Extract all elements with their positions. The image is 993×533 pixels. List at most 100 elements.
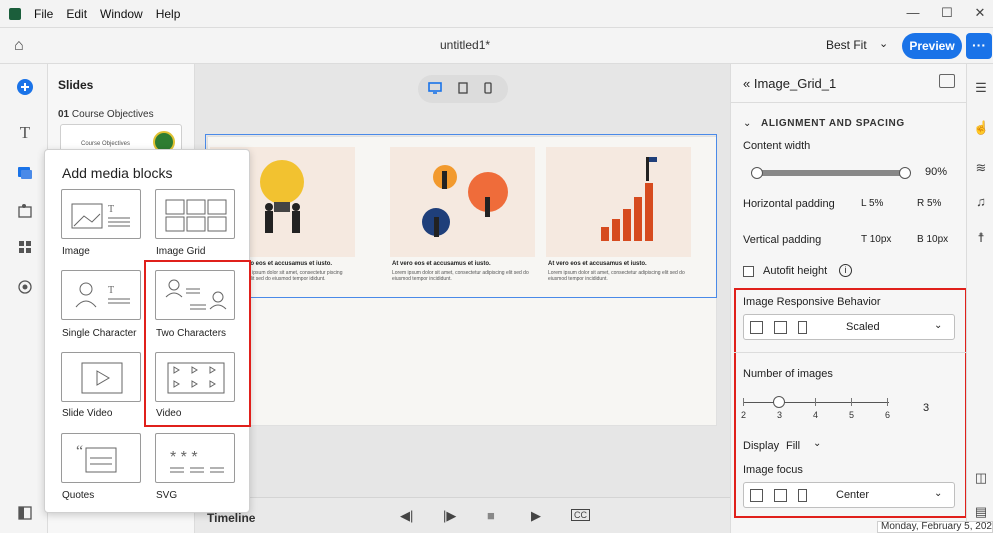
tick xyxy=(851,398,852,406)
section-title[interactable]: ALIGNMENT AND SPACING xyxy=(761,118,905,129)
content-width-label: Content width xyxy=(743,140,811,152)
minimize-button[interactable]: — xyxy=(906,6,920,20)
slide-name-text: Course Objectives xyxy=(71,109,154,120)
header-toolbar: ⌂ untitled1* Best Fit ⌄ Preview ··· xyxy=(0,28,993,64)
content-width-value: 90% xyxy=(925,166,948,178)
fill-mode-icon[interactable] xyxy=(774,321,787,334)
vertical-padding-top[interactable]: T 10px xyxy=(861,234,891,245)
record-icon[interactable] xyxy=(16,278,34,296)
desktop-icon[interactable] xyxy=(428,81,442,98)
autofit-checkbox[interactable] xyxy=(743,266,754,277)
monitor-icon[interactable] xyxy=(939,74,955,88)
app-logo-icon xyxy=(9,7,21,20)
display-value[interactable]: Fill xyxy=(786,440,800,452)
step-forward-icon[interactable]: |▶ xyxy=(443,508,456,524)
document-icon[interactable]: ▤ xyxy=(973,504,989,520)
divider xyxy=(734,352,967,353)
image-tile[interactable]: T xyxy=(61,189,141,239)
interactions-icon[interactable]: ☝ xyxy=(973,120,989,136)
display-label: Display xyxy=(743,440,780,452)
slide-video-tile[interactable] xyxy=(61,352,141,402)
tablet-icon[interactable] xyxy=(458,81,468,98)
section-chevron-icon[interactable]: ⌄ xyxy=(743,118,751,129)
horizontal-padding-label: Horizontal padding xyxy=(743,198,835,210)
quotes-tile[interactable]: “ xyxy=(61,433,141,483)
timeline-label[interactable]: Timeline xyxy=(207,511,255,525)
svg-text:“: “ xyxy=(76,443,83,460)
responsive-behavior-select[interactable]: Scaled ⌄ xyxy=(743,314,955,340)
slides-title: Slides xyxy=(58,78,94,92)
svg-text:T: T xyxy=(108,285,114,296)
tick-label: 3 xyxy=(777,410,783,420)
slider-start-knob[interactable] xyxy=(751,167,763,179)
tick-label: 4 xyxy=(813,410,819,420)
close-button[interactable]: ✕ xyxy=(973,6,987,20)
menu-help[interactable]: Help xyxy=(156,7,181,21)
quotes-tile-label: Quotes xyxy=(62,490,95,501)
menu-edit[interactable]: Edit xyxy=(66,7,87,21)
slider-end-knob[interactable] xyxy=(899,167,911,179)
tick xyxy=(887,398,888,406)
panel-toggle-icon[interactable] xyxy=(16,504,34,522)
properties-icon[interactable]: ☰ xyxy=(973,80,989,96)
focus-left-icon[interactable] xyxy=(750,489,763,502)
tall-mode-icon[interactable] xyxy=(798,321,807,334)
accessibility-icon[interactable]: ☨ xyxy=(973,230,989,246)
content-width-slider[interactable] xyxy=(753,170,903,176)
chevron-down-icon[interactable]: ⌄ xyxy=(934,488,942,499)
chevron-down-icon[interactable]: ⌄ xyxy=(813,438,821,449)
image-focus-select[interactable]: Center ⌄ xyxy=(743,482,955,508)
preview-button[interactable]: Preview xyxy=(902,33,962,59)
selected-block-outline xyxy=(205,134,717,298)
audio-icon[interactable]: ♫ xyxy=(973,194,989,210)
single-character-tile-label: Single Character xyxy=(62,328,137,339)
image-block-icon: T xyxy=(71,203,130,229)
panel-title: « Image_Grid_1 xyxy=(743,76,836,91)
menu-file[interactable]: File xyxy=(34,7,53,21)
single-character-tile[interactable]: T xyxy=(61,270,141,320)
slide-name[interactable]: 01 Course Objectives xyxy=(58,109,154,120)
play-icon[interactable]: ▶ xyxy=(531,508,541,524)
image-grid-block-icon xyxy=(165,199,227,232)
info-icon[interactable]: i xyxy=(839,264,852,277)
vertical-padding-bottom[interactable]: B 10px xyxy=(917,234,948,245)
closed-captions-icon[interactable]: CC xyxy=(571,509,590,521)
svg-tile[interactable]: * * * xyxy=(155,433,235,483)
horizontal-padding-left[interactable]: L 5% xyxy=(861,198,883,209)
add-icon[interactable] xyxy=(16,78,34,96)
animations-icon[interactable]: ≋ xyxy=(973,160,989,176)
focus-right-icon[interactable] xyxy=(798,489,807,502)
number-of-images-value[interactable]: 3 xyxy=(923,402,929,414)
image-grid-tile-label: Image Grid xyxy=(156,246,206,257)
chevron-down-icon[interactable]: ⌄ xyxy=(934,320,942,331)
more-options-button[interactable]: ··· xyxy=(966,33,992,59)
maximize-button[interactable]: ☐ xyxy=(940,6,954,20)
tick-label: 5 xyxy=(849,410,855,420)
menu-window[interactable]: Window xyxy=(100,7,143,21)
chevron-down-icon[interactable]: ⌄ xyxy=(879,37,888,50)
blocks-icon[interactable] xyxy=(16,238,34,256)
far-right-rail: ☰ ☝ ≋ ♫ ☨ ◫ ▤ xyxy=(966,64,993,533)
focus-center-icon[interactable] xyxy=(774,489,787,502)
date-tooltip: Monday, February 5, 2024 xyxy=(877,521,993,533)
fit-dropdown[interactable]: Best Fit xyxy=(826,38,867,52)
interaction-icon[interactable] xyxy=(16,202,34,220)
image-grid-tile[interactable] xyxy=(155,189,235,239)
stop-icon[interactable]: ■ xyxy=(487,508,495,523)
panel-icon[interactable]: ◫ xyxy=(973,470,989,486)
number-of-images-knob[interactable] xyxy=(773,396,785,408)
slide-video-tile-label: Slide Video xyxy=(62,408,113,419)
divider xyxy=(731,102,967,103)
media-icon[interactable] xyxy=(16,164,34,182)
home-icon[interactable]: ⌂ xyxy=(14,37,24,55)
fit-mode-icon[interactable] xyxy=(750,321,763,334)
text-icon[interactable]: T xyxy=(16,124,34,142)
collapse-icon[interactable]: « xyxy=(743,76,750,91)
tick-label: 2 xyxy=(741,410,747,420)
skip-back-icon[interactable]: ◀| xyxy=(400,508,413,524)
number-of-images-slider[interactable] xyxy=(743,402,889,403)
block-name: Image_Grid_1 xyxy=(753,76,837,91)
slide-thumb-text: Course Objectives xyxy=(81,141,131,147)
mobile-icon[interactable] xyxy=(484,81,492,98)
horizontal-padding-right[interactable]: R 5% xyxy=(917,198,941,209)
